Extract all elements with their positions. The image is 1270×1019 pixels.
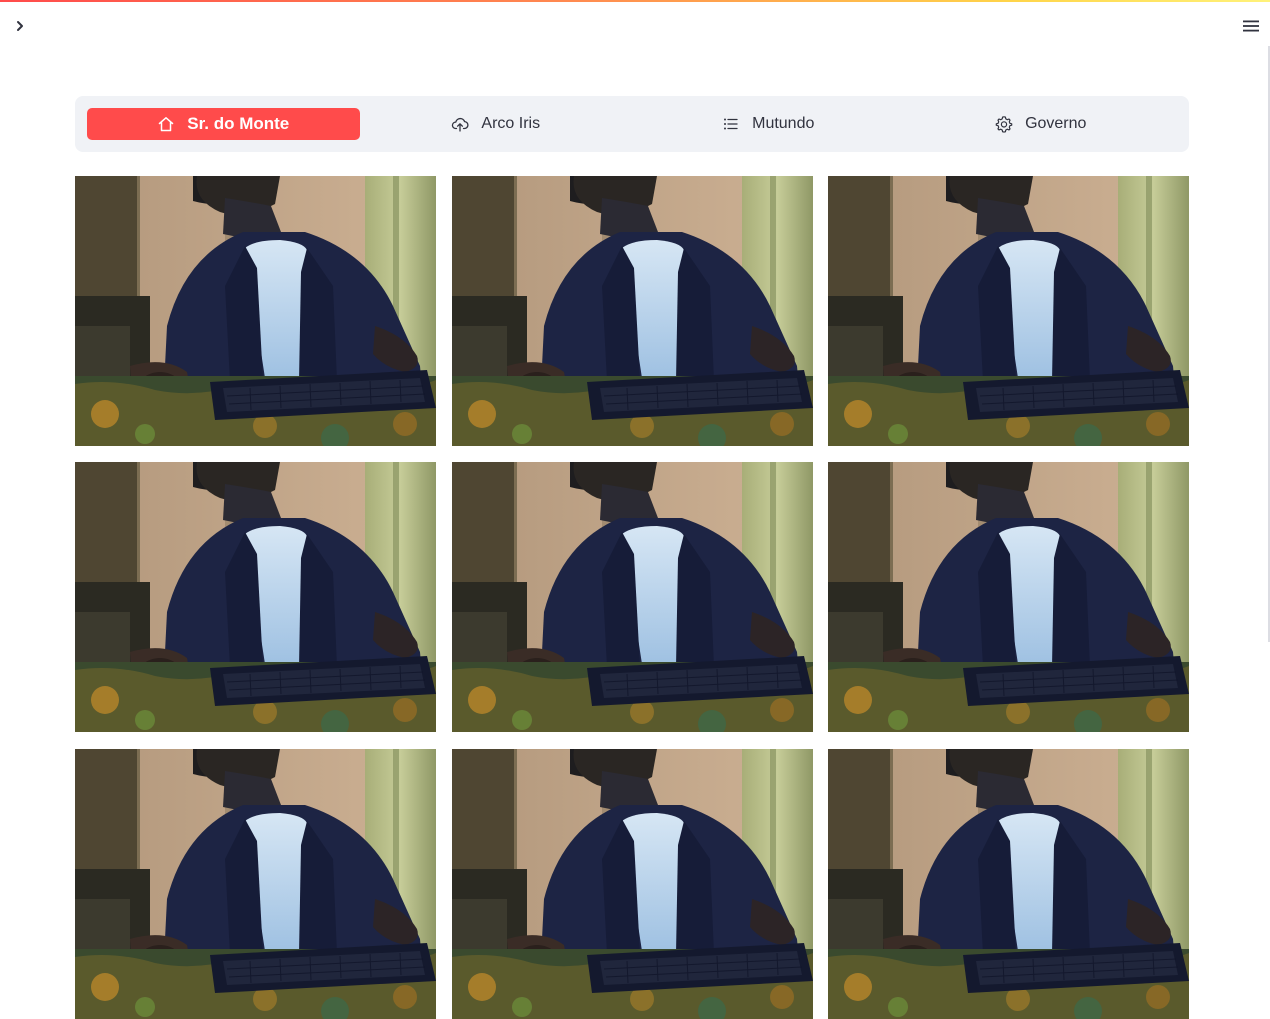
tab-label: Mutundo [752, 115, 815, 132]
tab-label: Governo [1025, 115, 1087, 132]
chevron-right-icon [17, 21, 23, 31]
tab-arco-iris[interactable]: Arco Iris [360, 108, 633, 140]
gallery-image [75, 176, 436, 446]
gallery-image [75, 462, 436, 732]
gear-icon [995, 115, 1013, 133]
tab-governo[interactable]: Governo [905, 108, 1178, 140]
gallery-image [828, 749, 1189, 1019]
tab-label: Sr. do Monte [187, 114, 290, 133]
main-menu-button[interactable] [1240, 16, 1262, 36]
sidebar-expand-button[interactable] [10, 16, 30, 36]
gallery-image [828, 462, 1189, 732]
tab-mutundo[interactable]: Mutundo [632, 108, 905, 140]
tab-label: Arco Iris [481, 115, 541, 132]
gallery-image [452, 462, 813, 732]
tab-sr-do-monte[interactable]: Sr. do Monte [87, 108, 360, 140]
hamburger-menu-icon [1243, 20, 1259, 32]
gallery-image [452, 749, 813, 1019]
top-decoration-bar [0, 0, 1270, 2]
list-icon [722, 115, 740, 133]
gallery-image [75, 749, 436, 1019]
gallery-image [452, 176, 813, 446]
gallery-image [828, 176, 1189, 446]
option-menu: Sr. do Monte Arco Iris Mutundo Governo [75, 96, 1189, 152]
home-icon [157, 115, 175, 133]
cloud-upload-icon [451, 115, 469, 133]
